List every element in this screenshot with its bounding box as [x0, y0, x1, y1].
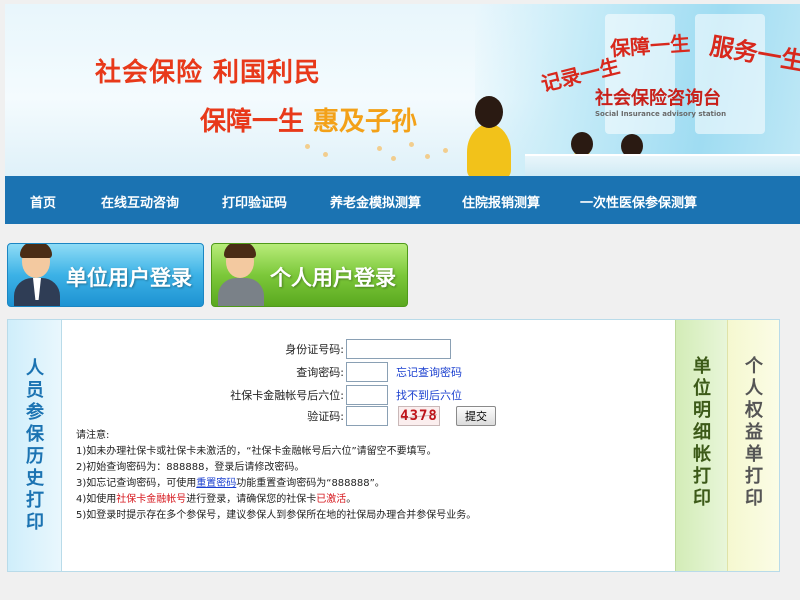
captcha-row: 验证码: 4378 提交 [208, 406, 496, 426]
id-label: 身份证号码: [285, 343, 344, 356]
banner-decoration [305, 144, 310, 149]
main-nav: 首页 在线互动咨询 打印验证码 养老金模拟测算 住院报销测算 一次性医保参保测算 [5, 176, 800, 224]
businessman-icon [14, 244, 60, 306]
bank-row: 社保卡金融帐号后六位: 找不到后六位 [208, 385, 462, 405]
notice-text: 4)如使用 [76, 494, 117, 505]
staff-figure [467, 124, 511, 176]
notice-title: 请注意: [76, 430, 110, 441]
notice-line: 5)如登录时提示存在多个参保号，建议参保人到参保所在地的社保局办理合并参保号业务… [76, 510, 477, 521]
personal-rights-print-label: 个人权益单打印 [745, 356, 763, 509]
notice-highlight: 已激活 [316, 494, 347, 505]
unit-detail-print-tab[interactable]: 单位明细帐打印 [675, 320, 727, 571]
notice-text: 功能重置查询密码为“888888”。 [236, 478, 385, 489]
staff-figure [475, 96, 503, 128]
banner-slogan: 惠及子孙 [313, 107, 418, 137]
staff-figure [571, 132, 593, 156]
unit-login-label: 单位用户登录 [66, 266, 192, 290]
unit-login-button[interactable]: 单位用户登录 [7, 243, 204, 307]
consultation-desk [525, 154, 800, 176]
header-banner: 社会保险 利国利民 保障一生 惠及子孙 记录一生 保障一生 服务一生 社会保险咨… [5, 4, 800, 176]
id-number-input[interactable] [346, 339, 451, 359]
banner-decoration [409, 142, 414, 147]
desk-subtitle: Social Insurance advisory station [595, 110, 727, 118]
desk-title: 社会保险咨询台 [595, 88, 721, 109]
banner-decoration [425, 154, 430, 159]
notice-text: 3)如忘记查询密码，可使用 [76, 478, 197, 489]
submit-button[interactable]: 提交 [456, 406, 496, 426]
banner-decoration [391, 156, 396, 161]
history-print-label: 人员参保历史打印 [26, 358, 44, 533]
forgot-password-link[interactable]: 忘记查询密码 [396, 364, 462, 380]
personal-rights-print-tab[interactable]: 个人权益单打印 [727, 320, 779, 571]
nav-item-hospital-calc[interactable]: 住院报销测算 [462, 192, 540, 211]
id-row: 身份证号码: [208, 339, 451, 359]
captcha-input[interactable] [346, 406, 388, 426]
banner-decoration [443, 148, 448, 153]
unit-detail-print-label: 单位明细帐打印 [693, 356, 711, 509]
nav-item-medical-calc[interactable]: 一次性医保参保测算 [580, 192, 697, 211]
notice-block: 请注意: 1)如未办理社保卡或社保卡未激活的，“社保卡金融帐号后六位”请留空不要… [76, 428, 476, 524]
notice-line: 1)如未办理社保卡或社保卡未激活的，“社保卡金融帐号后六位”请留空不要填写。 [76, 446, 437, 457]
banner-decoration [323, 152, 328, 157]
notice-line: 4)如使用社保卡金融帐号进行登录，请确保您的社保卡已激活。 [76, 492, 476, 508]
banner-decoration [377, 146, 382, 151]
history-print-tab[interactable]: 人员参保历史打印 [8, 320, 62, 571]
bank-help-link[interactable]: 找不到后六位 [396, 387, 462, 403]
password-input[interactable] [346, 362, 388, 382]
bank-label: 社保卡金融帐号后六位: [230, 389, 344, 402]
captcha-label: 验证码: [307, 410, 344, 423]
nav-item-online-consult[interactable]: 在线互动咨询 [101, 192, 179, 211]
banner-slogan: 社会保险 利国利民 [95, 58, 322, 88]
password-row: 查询密码: 忘记查询密码 [208, 362, 462, 382]
notice-text: 进行登录，请确保您的社保卡 [186, 494, 317, 505]
notice-text: 。 [346, 494, 357, 505]
bank-account-input[interactable] [346, 385, 388, 405]
reset-password-link[interactable]: 重置密码 [196, 478, 236, 489]
person-login-label: 个人用户登录 [270, 266, 396, 290]
nav-item-home[interactable]: 首页 [30, 192, 56, 211]
nav-item-print-code[interactable]: 打印验证码 [222, 192, 287, 211]
wall-text: 保障一生 [609, 31, 691, 61]
banner-slogan: 保障一生 [200, 107, 305, 137]
notice-line: 3)如忘记查询密码，可使用重置密码功能重置查询密码为“888888”。 [76, 476, 476, 492]
notice-highlight: 社保卡金融帐号 [116, 494, 187, 505]
user-icon [218, 244, 264, 306]
query-panel: 人员参保历史打印 身份证号码: 查询密码: 忘记查询密码 社保卡金融帐号后六位:… [7, 319, 780, 572]
notice-line: 2)初始查询密码为：888888，登录后请修改密码。 [76, 462, 305, 473]
captcha-image[interactable]: 4378 [398, 406, 440, 426]
nav-item-pension-calc[interactable]: 养老金模拟测算 [330, 192, 421, 211]
password-label: 查询密码: [296, 366, 344, 379]
person-login-button[interactable]: 个人用户登录 [211, 243, 408, 307]
